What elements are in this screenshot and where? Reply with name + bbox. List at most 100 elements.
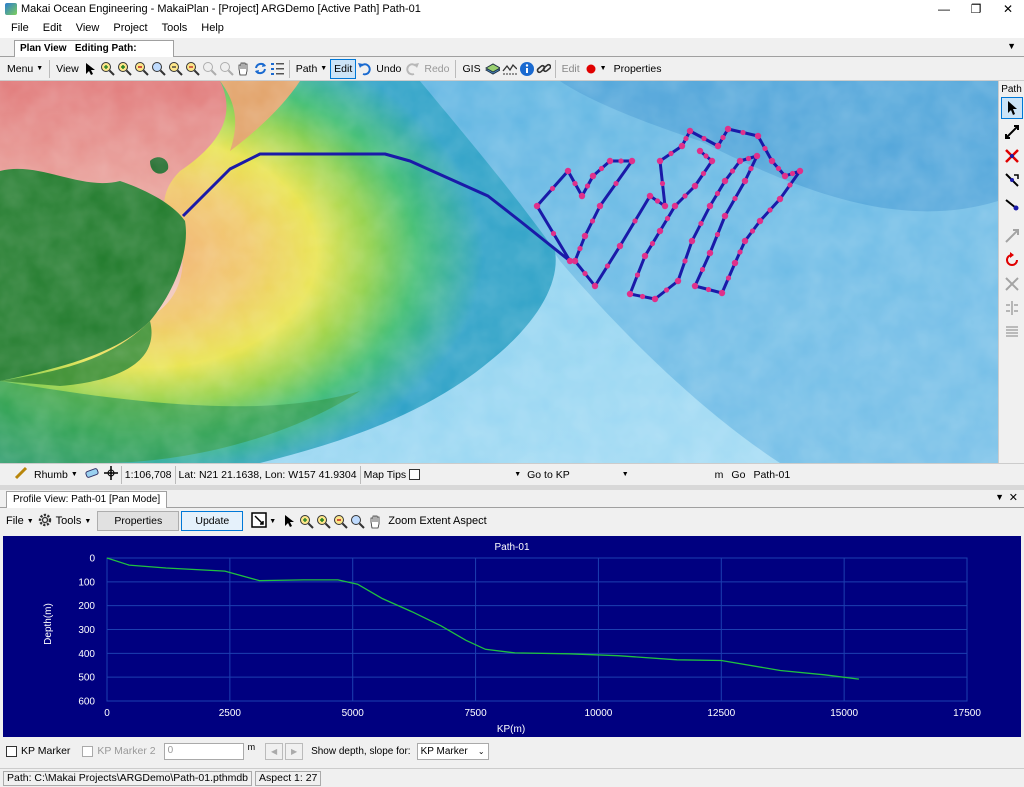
path-vertex[interactable] <box>796 167 804 175</box>
path-vertex[interactable] <box>705 286 712 293</box>
path-vertex[interactable] <box>720 134 726 141</box>
bathymetry-map[interactable] <box>0 81 998 463</box>
path-vertex[interactable] <box>582 270 588 277</box>
path-vertex[interactable] <box>564 167 572 175</box>
pan-hand-icon[interactable] <box>236 61 251 76</box>
profile-zoom-out-icon[interactable] <box>333 514 348 529</box>
profile-file-menu[interactable]: File <box>6 515 24 527</box>
path-vertex[interactable] <box>682 193 688 199</box>
tab-dropdown-icon[interactable]: ▼ <box>1007 41 1016 51</box>
profile-zoom-in-icon[interactable] <box>299 514 314 529</box>
path-vertex[interactable] <box>577 245 583 252</box>
menu-file[interactable]: File <box>4 22 36 34</box>
path-vertex[interactable] <box>708 157 716 165</box>
path-vertex[interactable] <box>781 172 789 180</box>
path-vertex[interactable] <box>725 275 732 281</box>
path-vertex[interactable] <box>740 129 746 136</box>
path-vertex[interactable] <box>641 252 649 260</box>
extend-path-icon[interactable] <box>1001 121 1023 143</box>
path-vertex[interactable] <box>696 147 704 155</box>
path-vertex[interactable] <box>775 165 782 172</box>
path-vertex[interactable] <box>749 228 756 234</box>
path-vertex[interactable] <box>632 218 638 224</box>
kp-value-input[interactable]: 0 <box>163 742 244 760</box>
maximize-button[interactable]: ❐ <box>960 0 992 18</box>
zoom-in-plus-icon[interactable] <box>117 61 132 76</box>
path-vertex[interactable] <box>578 192 586 200</box>
path-vertex[interactable] <box>606 157 614 165</box>
path-vertex[interactable] <box>737 249 743 255</box>
zoom-window-chevron-icon[interactable]: ▼ <box>269 518 276 525</box>
path-vertex[interactable] <box>748 165 754 172</box>
path-vertex[interactable] <box>656 227 664 235</box>
path-vertex[interactable] <box>691 282 699 290</box>
path-vertex[interactable] <box>591 282 599 290</box>
path-vertex[interactable] <box>714 231 721 238</box>
zoom-disabled-icon[interactable] <box>202 61 217 76</box>
path-vertex[interactable] <box>661 202 669 210</box>
close-button[interactable]: ✕ <box>992 0 1024 18</box>
menu-project[interactable]: Project <box>106 22 154 34</box>
zoom-previous-icon[interactable] <box>168 61 183 76</box>
split-disabled-icon[interactable] <box>1001 297 1023 319</box>
info-icon[interactable] <box>519 61 534 76</box>
path-vertex[interactable] <box>754 132 762 140</box>
path-vertex[interactable] <box>639 293 646 300</box>
zoom-in-icon[interactable] <box>100 61 115 76</box>
path-vertex[interactable] <box>768 157 776 165</box>
path-vertex[interactable] <box>664 215 671 222</box>
path-vertex[interactable] <box>656 157 664 165</box>
delete-vertex-icon[interactable] <box>1001 145 1023 167</box>
path-vertex[interactable] <box>571 257 579 265</box>
path-vertex[interactable] <box>682 258 688 264</box>
path-vertex[interactable] <box>626 290 634 298</box>
tools-chevron-icon[interactable]: ▼ <box>84 518 91 525</box>
rhumb-dropdown[interactable]: Rhumb <box>34 469 68 481</box>
zoom-extent-aspect-button[interactable]: Zoom Extent Aspect <box>388 515 486 527</box>
path-vertex[interactable] <box>767 207 773 213</box>
path-vertex[interactable] <box>589 172 597 180</box>
path-vertex[interactable] <box>678 142 686 150</box>
zoom-disabled-2-icon[interactable] <box>219 61 234 76</box>
gis-layers-icon[interactable] <box>484 61 500 76</box>
path-vertex[interactable] <box>732 195 738 202</box>
path-vertex[interactable] <box>787 182 793 188</box>
path-vertex[interactable] <box>724 125 732 133</box>
redo-button[interactable]: Redo <box>421 59 452 79</box>
path-vertex[interactable] <box>618 158 624 164</box>
path-vertex[interactable] <box>596 202 604 210</box>
path-vertex[interactable] <box>671 202 679 210</box>
path-vertex[interactable] <box>598 165 605 172</box>
path-vertex[interactable] <box>584 183 591 189</box>
path-vertex[interactable] <box>741 177 749 185</box>
menu-dropdown[interactable]: Menu ▼ <box>4 59 46 79</box>
profile-line-icon[interactable] <box>502 61 517 76</box>
path-vertex[interactable] <box>729 168 736 174</box>
path-vertex[interactable] <box>691 182 699 190</box>
kp-marker2-checkbox[interactable] <box>82 745 94 757</box>
profile-close-icon[interactable]: ✕ <box>1009 491 1018 504</box>
path-vertex[interactable] <box>745 155 752 162</box>
path-vertex[interactable] <box>668 150 674 157</box>
path-vertex[interactable] <box>698 220 704 227</box>
profile-pointer-icon[interactable] <box>282 514 297 529</box>
properties-button[interactable]: Properties <box>611 59 665 79</box>
table-disabled-icon[interactable] <box>1001 321 1023 343</box>
undo-icon[interactable] <box>357 61 372 76</box>
goto-kp-chevron-icon[interactable]: ▼ <box>622 471 629 478</box>
path-vertex[interactable] <box>700 170 707 177</box>
gear-icon[interactable] <box>37 512 53 531</box>
select-vertex-icon[interactable] <box>1000 97 1023 119</box>
path-vertex[interactable] <box>762 145 768 152</box>
path-vertex[interactable] <box>533 202 541 210</box>
eraser-icon[interactable] <box>84 467 100 482</box>
path-vertex[interactable] <box>581 232 589 240</box>
ruler-icon[interactable] <box>14 466 28 483</box>
rhumb-chevron-icon[interactable]: ▼ <box>71 471 78 478</box>
path-vertex[interactable] <box>646 192 654 200</box>
path-vertex[interactable] <box>628 157 636 165</box>
path-vertex[interactable] <box>721 177 729 185</box>
path-vertex[interactable] <box>736 157 744 165</box>
undo-button[interactable]: Undo <box>373 59 404 79</box>
kp-prev-button[interactable]: ◀ <box>265 742 284 760</box>
